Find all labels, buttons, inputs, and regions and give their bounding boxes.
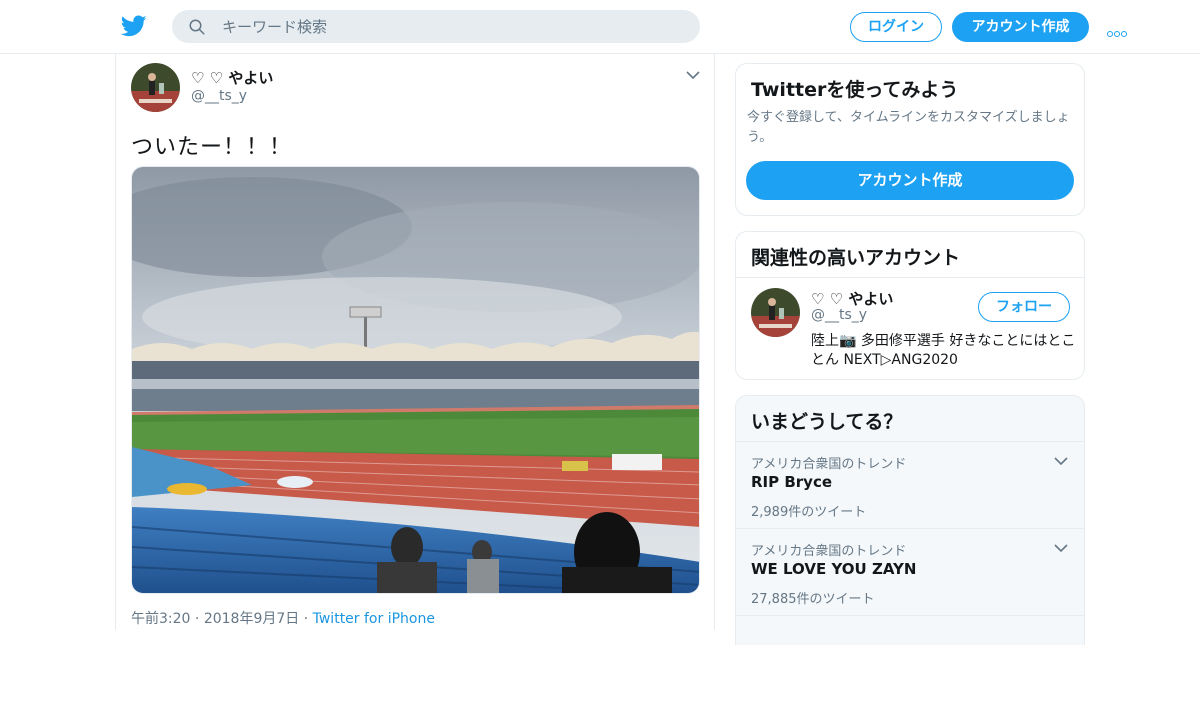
tweet-time[interactable]: 午前3:20 [131, 611, 190, 627]
tweet-date[interactable]: 2018年9月7日 [204, 611, 299, 627]
chevron-down-icon[interactable] [1054, 543, 1068, 553]
trend-tweet-count: 2,989件のツイート [751, 505, 867, 520]
signup-card-title: Twitterを使ってみよう [751, 79, 959, 101]
related-account-bio: 陸上📷 多田修平選手 好きなことにはとことん NEXT▷ANG2020 [811, 333, 1076, 368]
trend-context: アメリカ合衆国のトレンド [751, 457, 907, 472]
related-account-avatar[interactable] [751, 288, 800, 337]
related-accounts-card: 関連性の高いアカウント ♡ ♡ やよい @__ts_y フォロー 陸上📷 多田修… [735, 231, 1085, 380]
login-button[interactable]: ログイン [850, 12, 942, 42]
search-icon [189, 19, 205, 35]
tweet-photo[interactable] [131, 166, 700, 594]
trend-context: アメリカ合衆国のトレンド [751, 544, 907, 559]
twitter-bird-icon[interactable] [120, 13, 148, 39]
trend-tweet-count: 27,885件のツイート [751, 592, 875, 607]
divider [736, 277, 1084, 278]
avatar[interactable] [131, 63, 180, 112]
tweet-display-name[interactable]: ♡ ♡ やよい [191, 67, 273, 88]
trends-card: いまどうしてる？ アメリカ合衆国のトレンド RIP Bryce 2,989件のツ… [735, 395, 1085, 645]
trend-item[interactable] [736, 615, 1084, 702]
signup-card-description: 今すぐ登録して、タイムラインをカスタマイズしましょう。 [747, 110, 1070, 145]
stadium-photo [132, 167, 699, 593]
chevron-down-icon[interactable] [1054, 456, 1068, 466]
meta-separator: · [194, 611, 204, 627]
search-input[interactable] [222, 10, 682, 43]
follow-button[interactable]: フォロー [978, 292, 1070, 322]
top-navigation-bar: ログイン アカウント作成 [0, 0, 1200, 54]
search-box[interactable] [172, 10, 700, 43]
signup-card: Twitterを使ってみよう 今すぐ登録して、タイムラインをカスタマイズしましょ… [735, 63, 1085, 216]
tweet-meta: 午前3:20 · 2018年9月7日 · Twitter for iPhone [131, 608, 435, 628]
signup-button[interactable]: アカウント作成 [952, 12, 1089, 42]
tweet-handle[interactable]: @__ts_y [191, 88, 247, 104]
trends-title: いまどうしてる？ [751, 411, 903, 433]
signup-card-button[interactable]: アカウント作成 [746, 161, 1074, 200]
trend-item[interactable]: アメリカ合衆国のトレンド RIP Bryce 2,989件のツイート [736, 441, 1084, 528]
chevron-down-icon[interactable] [686, 70, 700, 80]
related-account-handle[interactable]: @__ts_y [811, 307, 867, 323]
tweet: ♡ ♡ やよい @__ts_y ついたー！！！ 午前3:20 · 2018年9月… [115, 54, 715, 630]
meta-separator: · [303, 611, 313, 627]
trend-name[interactable]: RIP Bryce [751, 473, 832, 491]
related-accounts-title: 関連性の高いアカウント [751, 247, 961, 269]
trend-item[interactable]: アメリカ合衆国のトレンド WE LOVE YOU ZAYN 27,885件のツイ… [736, 528, 1084, 615]
tweet-text: ついたー！！！ [131, 135, 293, 160]
more-icon[interactable] [1107, 22, 1131, 37]
tweet-source-link[interactable]: Twitter for iPhone [313, 611, 435, 627]
related-account-name[interactable]: ♡ ♡ やよい [811, 288, 893, 309]
trend-name[interactable]: WE LOVE YOU ZAYN [751, 560, 916, 578]
